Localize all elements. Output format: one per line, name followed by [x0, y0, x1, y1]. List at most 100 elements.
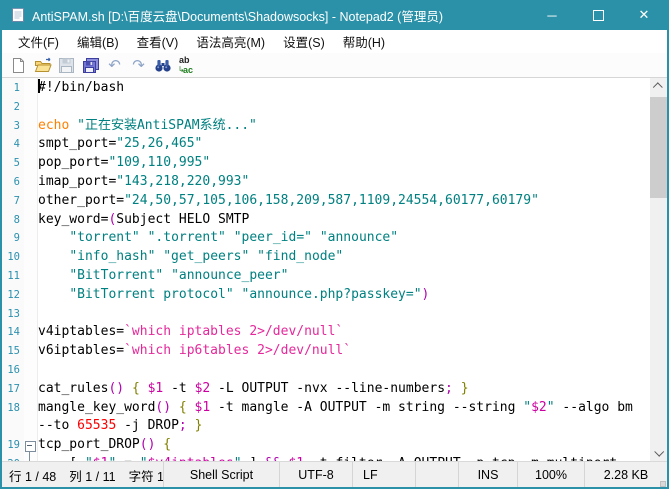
status-bar: 行 1 / 48列 1 / 11字符 1 / 11选择 0 / 0已选行 0找到…	[2, 461, 667, 487]
code-line: 8 key_word=(Subject HELO SMTP	[2, 211, 650, 230]
code-text: pop_port="109,110,995"	[38, 155, 211, 171]
line-number	[2, 417, 24, 436]
fold-cell	[24, 305, 38, 324]
code-text: imap_port="143,218,220,993"	[38, 173, 250, 189]
resize-grip[interactable]	[661, 482, 665, 486]
fold-cell	[24, 173, 38, 192]
status-insert-mode[interactable]: INS	[458, 462, 517, 487]
status-counts: 行 1 / 48列 1 / 11字符 1 / 11选择 0 / 0已选行 0找到…	[2, 462, 163, 487]
minimize-icon: ─	[547, 7, 557, 23]
status-zoom-level[interactable]: 100%	[517, 462, 584, 487]
status-count: 列 1 / 11	[69, 469, 116, 484]
code-line: 4 smpt_port="25,26,465"	[2, 135, 650, 154]
code-line: 16	[2, 361, 650, 380]
fold-cell	[24, 79, 38, 98]
minimize-button[interactable]: ─	[529, 0, 575, 30]
window-title: AntiSPAM.sh [D:\百度云盘\Documents\Shadowsoc…	[32, 9, 444, 24]
code-text: "BitTorrent protocol" "announce.php?pass…	[69, 286, 430, 302]
fold-cell	[24, 267, 38, 286]
notepad2-window: AntiSPAM.sh [D:\百度云盘\Documents\Shadowsoc…	[0, 0, 669, 489]
status-empty	[415, 462, 458, 487]
maximize-icon	[592, 9, 604, 21]
save-all-button[interactable]	[79, 55, 102, 76]
line-number: 15	[7, 345, 20, 358]
fold-cell	[24, 117, 38, 136]
code-line: 11 "BitTorrent" "announce_peer"	[2, 267, 650, 286]
save-icon	[59, 57, 74, 73]
chevron-up-icon	[652, 82, 663, 93]
redo-icon: ↷	[132, 55, 145, 74]
save-button[interactable]	[55, 55, 78, 76]
replace-icon: ab ↳ ac	[178, 55, 194, 75]
code-line: 18 mangle_key_word() { $1 -t mangle -A OU…	[2, 399, 650, 418]
code-text: mangle_key_word() { $1 -t mangle -A OUTP…	[38, 399, 633, 415]
code-text: "info_hash" "get_peers" "find_node"	[69, 249, 344, 265]
code-text: "torrent" ".torrent" "peer_id=" "announc…	[69, 230, 399, 246]
undo-button[interactable]: ↶	[103, 55, 126, 76]
fold-cell	[24, 361, 38, 380]
open-folder-icon	[34, 57, 52, 72]
fold-cell	[24, 399, 38, 418]
chevron-down-icon	[654, 446, 665, 457]
replace-button[interactable]: ab ↳ ac	[175, 55, 198, 76]
status-encoding[interactable]: UTF-8	[279, 462, 352, 487]
code-text: #!/bin/bash	[38, 79, 125, 95]
scroll-down-button[interactable]	[650, 444, 667, 461]
code-text: v6iptables=`which ip6tables 2>/dev/null`	[38, 343, 352, 359]
status-line-ending[interactable]: LF	[352, 462, 415, 487]
fold-cell	[24, 380, 38, 399]
menu-item-5[interactable]: 帮助(H)	[334, 30, 394, 53]
status-count: 字符 1 / 11	[128, 469, 163, 484]
status-syntax-scheme[interactable]: Shell Script	[163, 462, 279, 487]
line-number: 18	[7, 401, 20, 414]
code-line: 12 "BitTorrent protocol" "announce.php?p…	[2, 286, 650, 305]
code-text: v4iptables=`which iptables 2>/dev/null`	[38, 324, 344, 340]
undo-icon: ↶	[108, 55, 121, 74]
line-number: 17	[7, 382, 20, 395]
fold-cell	[24, 342, 38, 361]
code-line: 5 pop_port="109,110,995"	[2, 154, 650, 173]
code-text: other_port="24,50,57,105,106,158,209,587…	[38, 192, 539, 208]
new-file-button[interactable]	[7, 55, 30, 76]
redo-button[interactable]: ↷	[127, 55, 150, 76]
scrollbar-thumb[interactable]	[650, 97, 667, 198]
line-number: 13	[7, 307, 20, 320]
code-text: key_word=(Subject HELO SMTP	[38, 211, 250, 227]
code-line: 7 other_port="24,50,57,105,106,158,209,58…	[2, 192, 650, 211]
fold-cell	[24, 436, 38, 455]
line-number: 10	[7, 251, 20, 264]
close-button[interactable]: ✕	[621, 0, 667, 30]
menu-item-3[interactable]: 语法高亮(M)	[187, 30, 274, 53]
menu-bar: 文件(F) 编辑(B) 查看(V) 语法高亮(M) 设置(S) 帮助(H)	[2, 30, 667, 53]
line-number: 19	[7, 439, 20, 452]
fold-marker-icon[interactable]	[25, 440, 36, 452]
code-line: 19 tcp_port_DROP() {	[2, 436, 650, 455]
menu-item-4[interactable]: 设置(S)	[274, 30, 334, 53]
menu-item-1[interactable]: 编辑(B)	[68, 30, 128, 53]
code-line: 3 echo "正在安装AntiSPAM系统..."	[2, 117, 650, 136]
line-number: 16	[7, 363, 20, 376]
open-file-button[interactable]	[31, 55, 54, 76]
find-button[interactable]	[151, 55, 174, 76]
menu-item-0[interactable]: 文件(F)	[9, 30, 68, 53]
menu-item-2[interactable]: 查看(V)	[128, 30, 188, 53]
line-number: 9	[13, 232, 20, 245]
code-line: 14 v4iptables=`which iptables 2>/dev/null…	[2, 323, 650, 342]
code-text: "BitTorrent" "announce_peer"	[69, 267, 289, 283]
code-line: 9 "torrent" ".torrent" "peer_id=" "annou…	[2, 229, 650, 248]
title-bar[interactable]: AntiSPAM.sh [D:\百度云盘\Documents\Shadowsoc…	[2, 0, 667, 30]
code-editor[interactable]: 1 #!/bin/bash 2 3 echo "正在安装AntiSPAM系统..." 4 s…	[2, 78, 667, 461]
line-number: 5	[13, 157, 20, 170]
code-line: 1 #!/bin/bash	[2, 79, 650, 98]
maximize-button[interactable]	[575, 0, 621, 30]
code-text: tcp_port_DROP() {	[38, 437, 172, 453]
line-number: 4	[13, 138, 20, 151]
code-text: cat_rules() { $1 -t $2 -L OUTPUT -nvx --…	[38, 380, 469, 396]
fold-cell	[24, 323, 38, 342]
line-number: 3	[13, 119, 20, 132]
scroll-up-button[interactable]	[650, 78, 667, 95]
new-file-icon	[13, 57, 24, 73]
line-number: 6	[13, 175, 20, 188]
toolbar: ↶ ↷ ab ↳ ac	[2, 53, 667, 78]
vertical-scrollbar[interactable]	[650, 78, 667, 461]
